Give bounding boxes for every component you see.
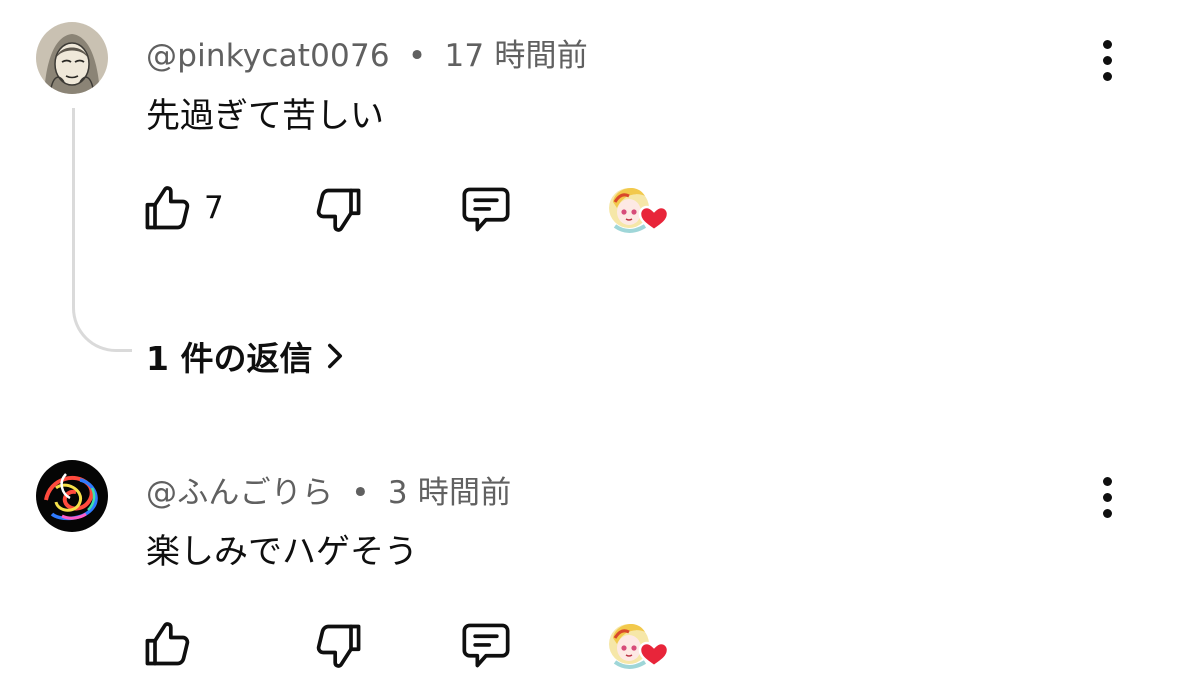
sketch-face-avatar-icon [36,22,108,94]
reply-thread-line [72,108,132,352]
comment-2-reply-button[interactable] [460,620,512,672]
thumbs-up-icon [145,186,190,230]
comment-1-text: 先過ぎて苦しい [146,96,384,136]
comment-1-author[interactable]: @pinkycat0076 [146,38,390,74]
reply-comment-icon [462,623,510,668]
thumbs-down-icon [316,188,361,232]
meta-separator: • [407,38,427,74]
reply-comment-icon [462,187,510,232]
comment-2-creator-heart [607,618,673,678]
comment-1-like-count: 7 [204,190,224,226]
comment-2-like-button[interactable] [142,618,194,670]
chevron-right-icon [328,343,343,369]
comment-1-like-button[interactable] [142,182,194,234]
thumbs-down-icon [316,624,361,668]
comment-2-author[interactable]: @ふんごりら [146,475,333,511]
comment-1-meta: @pinkycat0076 • 17 時間前 [146,30,588,75]
comment-1-creator-heart [607,182,673,242]
creator-heart-badge-icon [609,188,670,233]
comment-1-timestamp[interactable]: 17 時間前 [444,38,588,74]
comment-2-meta: @ふんごりら • 3 時間前 [146,467,511,512]
thumbs-up-icon [145,622,190,666]
comment-2-dislike-button[interactable] [312,620,364,672]
creator-heart-badge-icon [609,624,670,669]
comment-1-more-button[interactable] [1087,30,1127,90]
comment-2-avatar[interactable] [36,460,108,532]
replies-label: 1 件の返信 [146,339,313,378]
more-vertical-icon [1102,476,1112,486]
comment-1-reply-button[interactable] [460,184,512,236]
comment-2-more-button[interactable] [1087,467,1127,527]
comment-2-text: 楽しみでハゲそう [146,532,418,572]
comment-2-timestamp[interactable]: 3 時間前 [388,475,512,511]
neon-swirl-avatar-icon [36,460,108,532]
view-replies-button[interactable]: 1 件の返信 [146,332,344,380]
comment-1-avatar[interactable] [36,22,108,94]
comment-1-dislike-button[interactable] [312,184,364,236]
meta-separator: • [351,475,370,511]
more-vertical-icon [1102,39,1112,49]
